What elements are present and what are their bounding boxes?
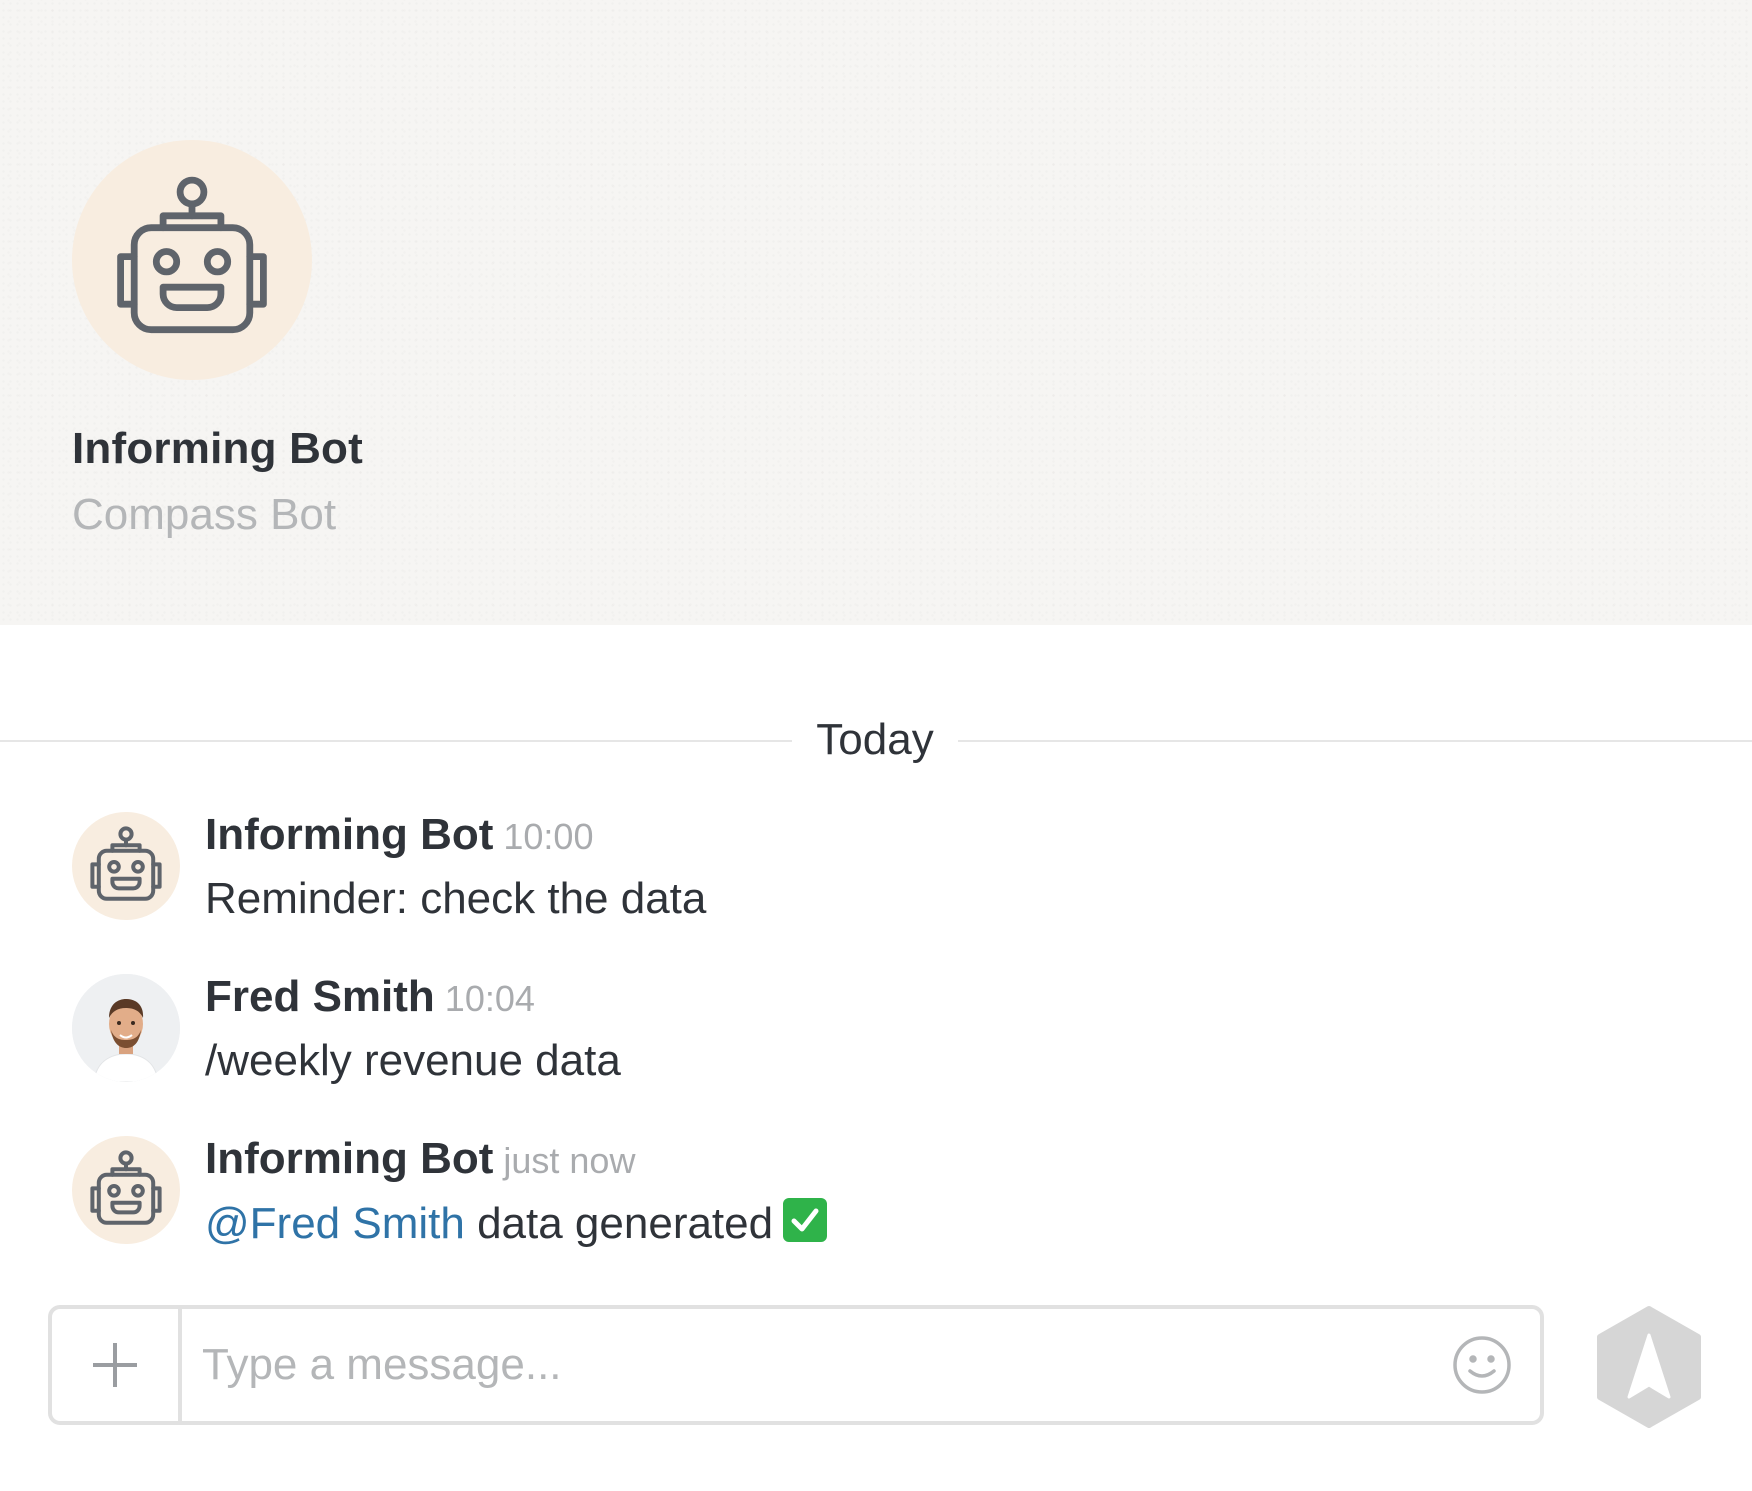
emoji-button[interactable]	[1452, 1335, 1512, 1395]
message-author[interactable]: Informing Bot	[205, 1134, 493, 1183]
user-mention-link[interactable]: @Fred Smith	[205, 1199, 465, 1248]
profile-name: Informing Bot	[72, 424, 363, 473]
message-author[interactable]: Fred Smith	[205, 972, 435, 1021]
check-mark-icon	[783, 1198, 828, 1242]
message-item: Fred Smith 10:04 /weekly revenue data	[72, 972, 1672, 1114]
message-text: /weekly revenue data	[205, 1036, 621, 1085]
message-header: Informing Bot 10:00	[205, 810, 593, 860]
date-divider-label: Today	[816, 715, 934, 764]
message-header: Informing Bot just now	[205, 1134, 635, 1184]
avatar[interactable]	[72, 1136, 180, 1244]
date-divider: Today	[0, 715, 1752, 765]
send-button[interactable]	[1594, 1305, 1704, 1429]
message-timestamp: 10:04	[444, 978, 535, 1019]
profile-subtitle: Compass Bot	[72, 490, 337, 539]
plus-icon	[93, 1343, 137, 1387]
divider-line-left	[0, 740, 792, 742]
message-composer	[48, 1305, 1544, 1425]
avatar[interactable]	[72, 974, 180, 1082]
message-item: Informing Bot just now @Fred Smith data g…	[72, 1134, 1672, 1276]
avatar[interactable]	[72, 812, 180, 920]
message-timestamp: just now	[503, 1140, 636, 1181]
message-author[interactable]: Informing Bot	[205, 810, 493, 859]
message-item: Informing Bot 10:00 Reminder: check the d…	[72, 810, 1672, 952]
divider-line-right	[958, 740, 1752, 742]
attach-button[interactable]	[52, 1309, 182, 1421]
profile-header: Informing Bot Compass Bot	[0, 0, 1752, 625]
robot-icon	[90, 826, 162, 901]
robot-icon	[90, 1150, 162, 1225]
message-header: Fred Smith 10:04	[205, 972, 535, 1022]
smiley-icon	[1453, 1336, 1511, 1394]
user-photo	[72, 974, 180, 1082]
message-text: Reminder: check the data	[205, 874, 707, 923]
message-text: @Fred Smith data generated	[205, 1198, 828, 1249]
message-input[interactable]	[202, 1309, 1452, 1421]
robot-icon	[117, 176, 267, 334]
message-text-content: data generated	[464, 1199, 774, 1248]
send-arrow-icon	[1597, 1306, 1701, 1428]
message-timestamp: 10:00	[503, 816, 594, 857]
profile-avatar	[72, 140, 312, 380]
